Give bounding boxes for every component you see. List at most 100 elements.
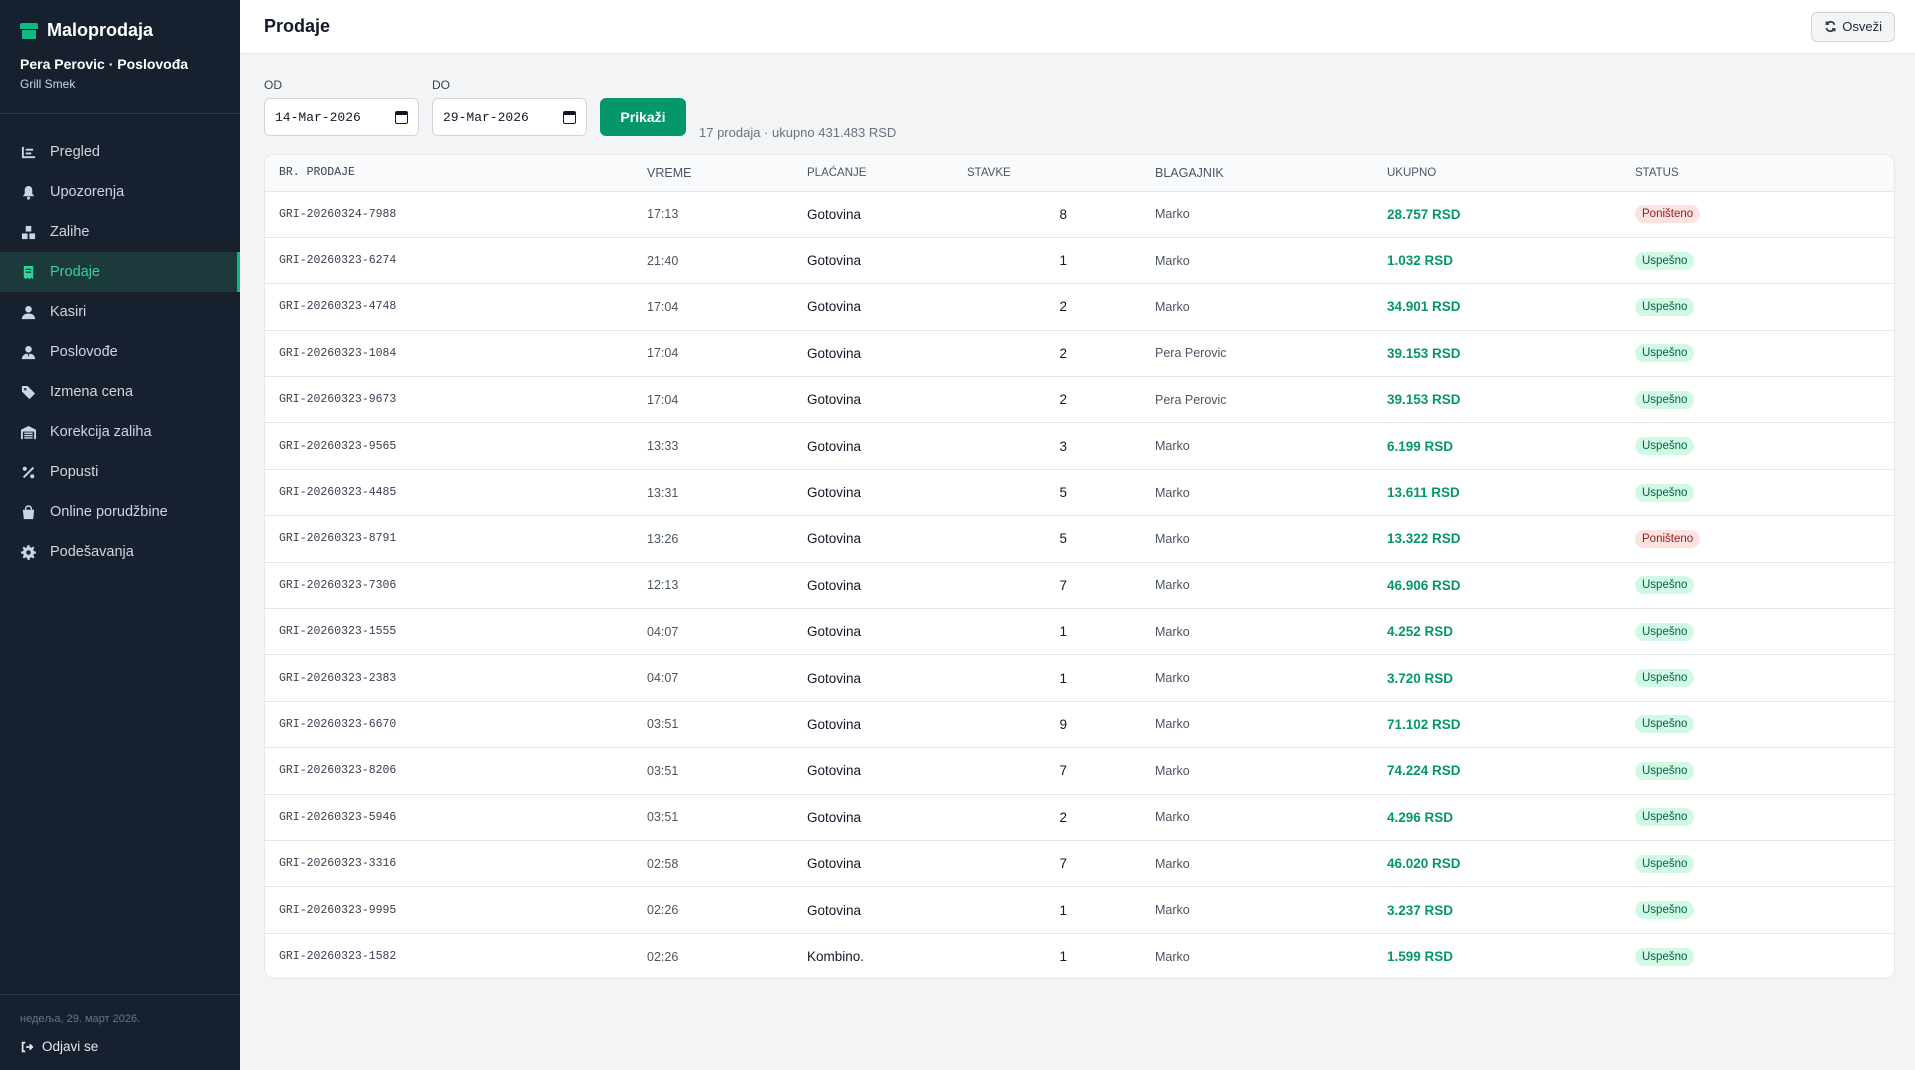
table-row[interactable]: GRI-20260323-6274 21:40 Gotovina 1 Marko 1.03… — [265, 237, 1894, 285]
status-cell: Uspešno — [1635, 608, 1894, 656]
status-cell: Uspešno — [1635, 422, 1894, 470]
sidebar-nav: Pregled Upozorenja Zalihe Prodaje Kasiri Posl… — [0, 132, 240, 572]
cashier-cell: Marko — [1155, 469, 1387, 517]
sidebar-footer: недеља, 29. март 2026. Odjavi se — [0, 994, 240, 1070]
items-cell: 1 — [967, 237, 1067, 285]
sidebar-item-label: Upozorenja — [50, 184, 125, 200]
status-badge: Poništeno — [1635, 529, 1701, 548]
total-cell: 4.296 RSD — [1387, 794, 1635, 841]
total-cell: 13.611 RSD — [1387, 469, 1635, 517]
table-row[interactable]: GRI-20260324-7988 17:13 Gotovina 8 Marko 28.7… — [265, 191, 1894, 238]
sidebar-item-korekcija-zaliha[interactable]: Korekcija zaliha — [0, 412, 240, 452]
spacer-cell — [1067, 747, 1155, 795]
calendar-icon[interactable] — [395, 110, 408, 124]
items-cell: 9 — [967, 701, 1067, 749]
sale-number-cell: GRI-20260323-9565 — [265, 422, 647, 470]
sidebar-item-pregled[interactable]: Pregled — [0, 132, 240, 172]
spacer-cell — [1067, 886, 1155, 934]
cashier-cell: Marko — [1155, 422, 1387, 470]
total-cell: 1.599 RSD — [1387, 949, 1454, 965]
show-button[interactable]: Prikaži — [600, 98, 686, 136]
payment-cell: Gotovina — [807, 562, 967, 610]
col-header-sale-number: BR. PRODAJE — [265, 155, 647, 192]
table-row[interactable]: GRI-20260323-3316 02:58 Gotovina 7 Marko 46.0… — [265, 840, 1894, 888]
payment-cell: Gotovina — [807, 469, 967, 517]
items-cell: 2 — [967, 330, 1067, 378]
cashier-cell: Marko — [1155, 701, 1387, 749]
brand-name: Maloprodaja — [47, 20, 154, 40]
table-row[interactable]: GRI-20260323-4485 13:31 Gotovina 5 Marko 13.6… — [265, 469, 1894, 517]
cashier-cell: Marko — [1155, 840, 1387, 888]
table-header-row: BR. PRODAJE VREME PLAĆANJE STAVKE BLAGAJ… — [265, 155, 1894, 192]
cashier-cell: Pera Perovic — [1155, 376, 1387, 424]
status-cell: Uspešno — [1635, 376, 1894, 424]
sidebar-item-label: Pregled — [50, 144, 100, 160]
sidebar-item-prodaje[interactable]: Prodaje — [0, 252, 240, 292]
sidebar-item-poslovođe[interactable]: Poslovođe — [0, 332, 240, 372]
table-row[interactable]: GRI-20260323-8206 03:51 Gotovina 7 Marko 74.2… — [265, 747, 1894, 795]
status-cell: Uspešno — [1635, 283, 1894, 331]
page-title: Prodaje — [264, 16, 331, 36]
table-row[interactable]: GRI-20260323-7306 12:13 Gotovina 7 Marko 46.9… — [265, 562, 1894, 610]
spacer-cell — [1067, 608, 1155, 656]
table-row[interactable]: GRI-20260323-1555 04:07 Gotovina 1 Marko 4.25… — [265, 608, 1894, 656]
sidebar-item-label: Popusti — [50, 464, 99, 480]
sidebar-item-popusti[interactable]: Popusti — [0, 452, 240, 492]
current-date: недеља, 29. март 2026. — [20, 1013, 141, 1025]
table-body: GRI-20260324-7988 17:13 Gotovina 8 Marko 28.7… — [265, 191, 1894, 978]
total-cell: 34.901 RSD — [1387, 283, 1635, 331]
table-row[interactable]: GRI-20260323-1084 17:04 Gotovina 2 Pera Pero… — [265, 330, 1894, 378]
cashier-cell: Marko — [1155, 562, 1387, 610]
to-date-input[interactable]: 29-Mar-2026 — [432, 98, 587, 136]
sales-table: BR. PRODAJE VREME PLAĆANJE STAVKE BLAGAJ… — [265, 155, 1894, 978]
logout-button[interactable]: Odjavi se — [20, 1039, 220, 1054]
payment-cell: Kombino. — [807, 949, 865, 965]
spacer-cell — [1067, 933, 1155, 978]
table-row[interactable]: GRI-20260323-6670 03:51 Gotovina 9 Marko 71.1… — [265, 701, 1894, 749]
percent-icon — [20, 464, 36, 480]
table-row[interactable]: GRI-20260323-4748 17:04 Gotovina 2 Marko 34.9… — [265, 283, 1894, 331]
sale-number-cell: GRI-20260323-4748 — [265, 283, 647, 331]
table-row[interactable]: GRI-20260323-9565 13:33 Gotovina 3 Marko 6.19… — [265, 422, 1894, 470]
sidebar-item-label: Prodaje — [50, 264, 100, 280]
time-cell: 03:51 — [647, 794, 807, 841]
refresh-button[interactable]: Osveži — [1811, 11, 1895, 42]
table-row[interactable]: GRI-20260323-9995 02:26 Gotovina 1 Marko 3.23… — [265, 886, 1894, 934]
status-badge: Uspešno — [1635, 390, 1695, 409]
sidebar-item-upozorenja[interactable]: Upozorenja — [0, 172, 240, 212]
total-cell: 39.153 RSD — [1387, 330, 1635, 378]
from-date-input[interactable]: 14-Mar-2026 — [264, 98, 419, 136]
status-cell: Uspešno — [1635, 562, 1894, 610]
items-cell: 1 — [967, 654, 1067, 702]
table-row[interactable]: GRI-20260323-2383 04:07 Gotovina 1 Marko 3.72… — [265, 654, 1894, 702]
total-cell: 13.322 RSD — [1387, 515, 1635, 563]
table-row[interactable]: GRI-20260323-8791 13:26 Gotovina 5 Marko 13.3… — [265, 515, 1894, 563]
sale-number-cell: GRI-20260323-6670 — [265, 701, 647, 749]
spacer-cell — [1067, 469, 1155, 517]
brand[interactable]: Maloprodaja — [20, 20, 220, 41]
sale-number-cell: GRI-20260323-8791 — [265, 515, 647, 563]
table-row[interactable]: GRI-20260323-5946 03:51 Gotovina 2 Marko 4.29… — [265, 794, 1894, 841]
logout-label: Odjavi se — [42, 1039, 99, 1054]
spacer-cell — [1067, 283, 1155, 331]
sidebar-item-online-porudžbine[interactable]: Online porudžbine — [0, 492, 240, 532]
table-row[interactable]: GRI-20260323-9673 17:04 Gotovina 2 Pera Pero… — [265, 376, 1894, 424]
cashier-cell: Marko — [1155, 283, 1387, 331]
status-cell: Uspešno — [1635, 933, 1894, 978]
status-badge: Uspešno — [1635, 854, 1695, 873]
sidebar-item-podešavanja[interactable]: Podešavanja — [0, 532, 240, 572]
status-badge: Uspešno — [1635, 622, 1695, 641]
payment-cell: Gotovina — [807, 422, 967, 470]
calendar-icon[interactable] — [563, 110, 576, 124]
sale-number-cell: GRI-20260324-7988 — [265, 191, 647, 238]
status-badge: Poništeno — [1635, 205, 1701, 224]
sidebar-item-kasiri[interactable]: Kasiri — [0, 292, 240, 332]
status-badge: Uspešno — [1635, 483, 1695, 502]
status-cell: Uspešno — [1635, 701, 1894, 749]
user-icon — [20, 304, 36, 320]
sidebar-item-izmena-cena[interactable]: Izmena cena — [0, 372, 240, 412]
sidebar-item-zalihe[interactable]: Zalihe — [0, 212, 240, 252]
sidebar: Maloprodaja Pera Perovic · Poslovođa Gri… — [0, 0, 240, 1070]
status-cell: Uspešno — [1635, 469, 1894, 517]
table-row[interactable]: GRI-20260323-1582 02:26 Kombino. 1 Marko 1.59… — [265, 933, 1894, 978]
